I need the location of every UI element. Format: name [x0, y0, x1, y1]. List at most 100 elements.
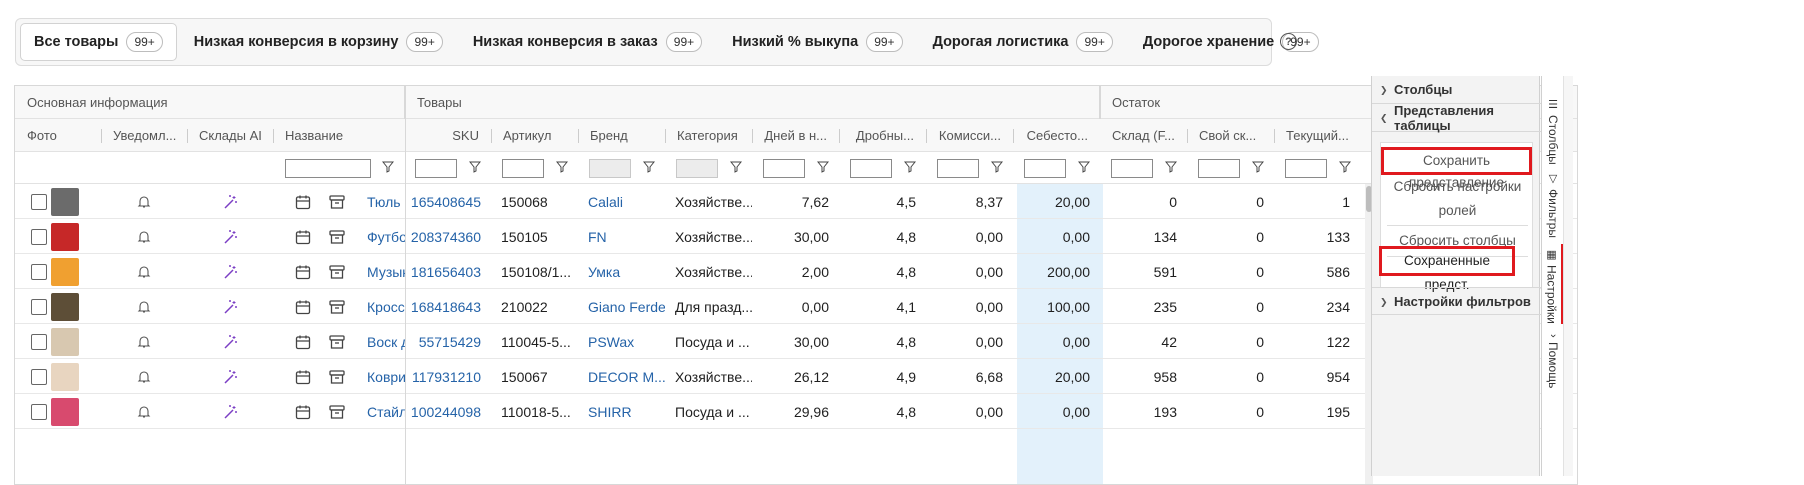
product-photo[interactable]	[51, 397, 79, 426]
product-name-link[interactable]: Коври	[357, 359, 405, 394]
help-icon[interactable]: ?	[1280, 33, 1297, 50]
reset-roles-button[interactable]: Сбросить настройки ролей	[1381, 175, 1534, 223]
col-brand[interactable]: Бренд	[578, 119, 665, 152]
archive-icon[interactable]	[319, 359, 355, 394]
row-checkbox[interactable]	[31, 193, 47, 210]
col-article[interactable]: Артикул	[491, 119, 578, 152]
col-notify[interactable]: Уведомл...	[101, 119, 187, 152]
archive-icon[interactable]	[319, 394, 355, 429]
magic-wand-icon[interactable]	[213, 219, 253, 254]
filter-icon[interactable]	[556, 161, 568, 173]
col-sku[interactable]: SKU	[405, 119, 491, 152]
filter-icon[interactable]	[817, 161, 829, 173]
cell-brand[interactable]: Умка	[578, 254, 665, 289]
panel-section-filter-settings[interactable]: ❯ Настройки фильтров	[1372, 287, 1541, 315]
col-cost[interactable]: Себесто...	[1013, 119, 1100, 152]
cell-brand[interactable]: Giano Ferde	[578, 289, 665, 324]
tab-expensive-storage[interactable]: Дорогое хранение 99+	[1130, 23, 1332, 61]
tab-low-order-conversion[interactable]: Низкая конверсия в заказ 99+	[460, 23, 715, 61]
product-name-link[interactable]: Воск д	[357, 324, 405, 359]
bell-icon[interactable]	[127, 394, 167, 429]
filter-icon[interactable]	[643, 161, 655, 173]
magic-wand-icon[interactable]	[213, 254, 253, 289]
filter-icon[interactable]	[991, 161, 1003, 173]
sidetab-settings[interactable]: ▦ Настройки	[1542, 244, 1564, 324]
filter-category-select[interactable]	[676, 159, 718, 178]
col-photo[interactable]: Фото	[15, 119, 101, 152]
saved-views-button[interactable]: Сохраненные предст.	[1379, 246, 1515, 292]
table-row[interactable]: Коври 117931210 150067 DECOR M... Хозяйстве.…	[15, 359, 1577, 394]
filter-icon[interactable]	[1165, 161, 1177, 173]
tab-low-cart-conversion[interactable]: Низкая конверсия в корзину 99+	[181, 23, 456, 61]
calendar-icon[interactable]	[285, 289, 321, 324]
product-name-link[interactable]: Футбол	[357, 219, 405, 254]
bell-icon[interactable]	[127, 359, 167, 394]
product-photo[interactable]	[51, 292, 79, 321]
product-photo[interactable]	[51, 222, 79, 251]
product-photo[interactable]	[51, 187, 79, 216]
cell-sku[interactable]: 208374360	[405, 219, 491, 254]
sidetab-columns[interactable]: ☰ Столбцы	[1542, 94, 1564, 174]
col-warehouse[interactable]: Склад (F...	[1100, 119, 1187, 152]
cell-sku[interactable]: 165408645	[405, 184, 491, 219]
col-ai-warehouses[interactable]: Склады AI	[187, 119, 273, 152]
cell-brand[interactable]: Calali	[578, 184, 665, 219]
table-row[interactable]: Тюль с165408645 150068 Calali Хозяйстве... 7…	[15, 184, 1577, 219]
tab-low-buyout[interactable]: Низкий % выкупа 99+	[719, 23, 915, 61]
archive-icon[interactable]	[319, 254, 355, 289]
filter-commission-input[interactable]	[937, 159, 979, 178]
filter-icon[interactable]	[1252, 161, 1264, 173]
archive-icon[interactable]	[319, 289, 355, 324]
table-row[interactable]: Стайле100244098 110018-5... SHIRR Посуда и …	[15, 394, 1577, 429]
filter-icon[interactable]	[382, 161, 394, 173]
col-current[interactable]: Текущий...	[1274, 119, 1364, 152]
table-row[interactable]: Кроссс168418643 210022 Giano Ferde Для праз…	[15, 289, 1577, 324]
row-checkbox[interactable]	[31, 403, 47, 420]
product-name-link[interactable]: Тюль с	[357, 184, 405, 219]
calendar-icon[interactable]	[285, 219, 321, 254]
magic-wand-icon[interactable]	[213, 324, 253, 359]
magic-wand-icon[interactable]	[213, 289, 253, 324]
filter-icon[interactable]	[730, 161, 742, 173]
col-days[interactable]: Дней в н...	[752, 119, 839, 152]
product-photo[interactable]	[51, 327, 79, 356]
filter-icon[interactable]	[1339, 161, 1351, 173]
archive-icon[interactable]	[319, 184, 355, 219]
cell-sku[interactable]: 117931210	[405, 359, 491, 394]
filter-days-input[interactable]	[763, 159, 805, 178]
filter-current-input[interactable]	[1285, 159, 1327, 178]
page-scrollbar[interactable]	[1563, 76, 1573, 476]
cell-sku[interactable]: 181656403	[405, 254, 491, 289]
filter-name-input[interactable]	[285, 159, 371, 178]
cell-brand[interactable]: DECOR M...	[578, 359, 665, 394]
magic-wand-icon[interactable]	[213, 184, 253, 219]
bell-icon[interactable]	[127, 289, 167, 324]
calendar-icon[interactable]	[285, 254, 321, 289]
filter-sku-input[interactable]	[415, 159, 457, 178]
save-view-button[interactable]: Сохранить представление	[1381, 147, 1532, 190]
filter-warehouse-input[interactable]	[1111, 159, 1153, 178]
bell-icon[interactable]	[127, 254, 167, 289]
calendar-icon[interactable]	[285, 324, 321, 359]
cell-brand[interactable]: PSWax	[578, 324, 665, 359]
col-commission[interactable]: Комисси...	[926, 119, 1013, 152]
calendar-icon[interactable]	[285, 359, 321, 394]
bell-icon[interactable]	[127, 324, 167, 359]
row-checkbox[interactable]	[31, 263, 47, 280]
cell-sku[interactable]: 100244098	[405, 394, 491, 429]
filter-own-input[interactable]	[1198, 159, 1240, 178]
filter-icon[interactable]	[469, 161, 481, 173]
col-own-warehouse[interactable]: Свой ск...	[1187, 119, 1274, 152]
row-checkbox[interactable]	[31, 228, 47, 245]
panel-section-columns[interactable]: ❯ Столбцы	[1372, 76, 1541, 104]
cell-sku[interactable]: 55715429	[405, 324, 491, 359]
bell-icon[interactable]	[127, 219, 167, 254]
calendar-icon[interactable]	[285, 394, 321, 429]
panel-section-views[interactable]: ❮ Представления таблицы	[1372, 103, 1541, 133]
col-category[interactable]: Категория	[665, 119, 752, 152]
product-photo[interactable]	[51, 257, 79, 286]
row-checkbox[interactable]	[31, 333, 47, 350]
cell-brand[interactable]: FN	[578, 219, 665, 254]
tab-all-goods[interactable]: Все товары 99+	[20, 23, 177, 61]
magic-wand-icon[interactable]	[213, 394, 253, 429]
